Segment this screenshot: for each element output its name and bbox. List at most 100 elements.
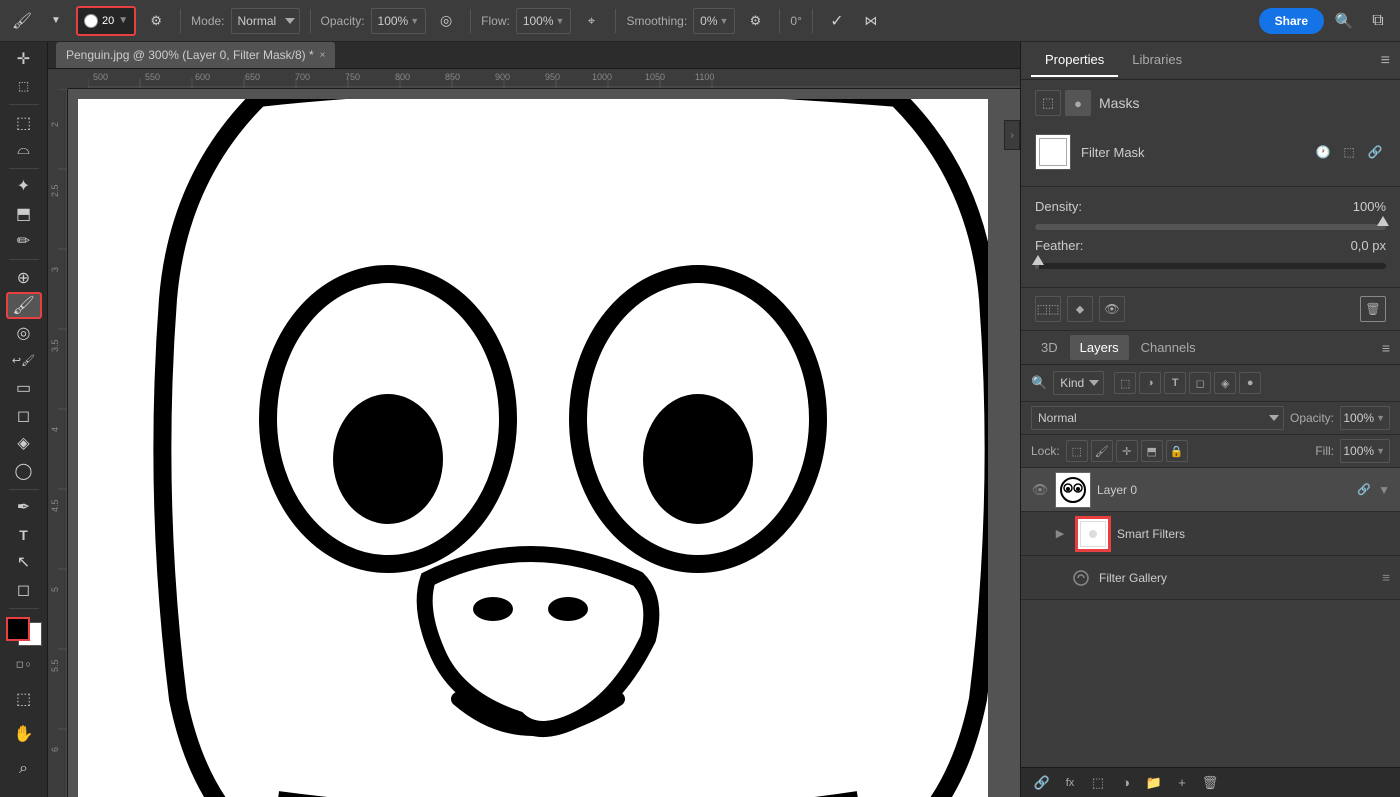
fill-value-box[interactable]: 100% ▼ [1340, 439, 1390, 463]
channels-tab[interactable]: Channels [1131, 335, 1206, 360]
eyedropper-tool[interactable]: ✏ [6, 229, 42, 255]
lock-all-btn[interactable]: 🔒 [1166, 440, 1188, 462]
link-layers-btn[interactable]: 🔗 [1031, 772, 1053, 794]
crop-tool[interactable]: ⬒ [6, 201, 42, 227]
shape-tool[interactable]: ◻ [6, 577, 42, 603]
clone-tool[interactable]: ◎ [6, 321, 42, 347]
flow-box[interactable]: 100% ▼ [516, 8, 572, 34]
zoom-tool[interactable]: ⌕ [6, 753, 42, 785]
density-slider[interactable] [1035, 224, 1386, 230]
opacity-box[interactable]: 100% ▼ [371, 8, 427, 34]
blend-mode-select[interactable]: Normal [1031, 406, 1284, 430]
brush-size-box[interactable]: 20 ▼ [76, 6, 136, 36]
filter-mask-clock-icon[interactable]: 🕐 [1312, 141, 1334, 163]
color-swatches[interactable] [6, 617, 42, 646]
layers-tab[interactable]: Layers [1070, 335, 1129, 360]
dodge-tool[interactable]: ◯ [6, 458, 42, 484]
share-button[interactable]: Share [1259, 8, 1324, 34]
feather-thumb[interactable] [1032, 255, 1044, 265]
mask-delete-btn[interactable]: 🗑 [1360, 296, 1386, 322]
screen-mode-btn[interactable]: ⬚ [6, 683, 42, 715]
lock-paint-btn[interactable]: 🖌 [1091, 440, 1113, 462]
delete-layer-btn[interactable]: 🗑 [1199, 772, 1221, 794]
3d-tab[interactable]: 3D [1031, 335, 1068, 360]
type-tool[interactable]: T [6, 522, 42, 548]
smart-filters-visibility[interactable]: ▶ [1051, 525, 1069, 543]
filter-pixel-btn[interactable]: ⬚ [1114, 372, 1136, 394]
filter-shape-btn[interactable]: ◻ [1189, 372, 1211, 394]
filter-smart-btn[interactable]: ◈ [1214, 372, 1236, 394]
sublayer-filter-gallery[interactable]: Filter Gallery ≡ [1021, 556, 1400, 600]
artboard-tool[interactable]: ⬚ [6, 74, 42, 100]
layer-item-0[interactable]: 👁 [1021, 468, 1400, 512]
panel-menu-btn[interactable]: ≡ [1381, 52, 1390, 70]
tab-close-btn[interactable]: × [320, 50, 326, 61]
layers-menu-btn[interactable]: ≡ [1382, 340, 1390, 356]
search-icon[interactable]: 🔍 [1330, 7, 1358, 35]
add-mask-btn[interactable]: ⬚ [1087, 772, 1109, 794]
filter-gallery-options[interactable]: ≡ [1382, 570, 1390, 585]
add-adjustment-btn[interactable]: ◑ [1115, 772, 1137, 794]
foreground-color-swatch[interactable] [6, 617, 30, 641]
mask-visibility-btn[interactable]: 👁 [1099, 296, 1125, 322]
magic-wand-tool[interactable]: ✦ [6, 174, 42, 200]
airbrush-icon[interactable]: ◎ [432, 7, 460, 35]
brush-size-value: 20 [102, 15, 114, 27]
layer-0-info: Layer 0 [1097, 483, 1350, 497]
brush-options-arrow[interactable]: ▼ [42, 7, 70, 35]
symmetry-icon[interactable]: ⋈ [857, 7, 885, 35]
feather-track [1035, 263, 1386, 269]
move-tool[interactable]: ✛ [6, 46, 42, 72]
path-select-tool[interactable]: ↖ [6, 550, 42, 576]
add-layer-btn[interactable]: + [1171, 772, 1193, 794]
libraries-tab[interactable]: Libraries [1118, 44, 1196, 77]
add-group-btn[interactable]: 📁 [1143, 772, 1165, 794]
pen-tool[interactable]: ✒ [6, 495, 42, 521]
angle-icon[interactable]: ⌖ [577, 7, 605, 35]
lasso-tool[interactable]: ⌓ [6, 137, 42, 163]
marquee-tool[interactable]: ⬚ [6, 110, 42, 136]
canvas-container[interactable] [68, 89, 1020, 797]
brush-settings-icon[interactable]: ⚙ [142, 7, 170, 35]
properties-tab[interactable]: Properties [1031, 44, 1118, 77]
mode-select[interactable]: Normal Multiply Screen [231, 8, 300, 34]
feather-slider[interactable] [1035, 263, 1386, 269]
filter-mask-copy-icon[interactable]: ⬚ [1338, 141, 1360, 163]
layer-0-visibility[interactable]: 👁 [1031, 481, 1049, 499]
smoothing-options-icon[interactable]: ⚙ [741, 7, 769, 35]
arrange-icon[interactable]: ⧉ [1364, 7, 1392, 35]
document-tab[interactable]: Penguin.jpg @ 300% (Layer 0, Filter Mask… [56, 42, 335, 68]
layer-0-expand[interactable]: ▼ [1378, 483, 1390, 497]
blur-tool[interactable]: ◈ [6, 431, 42, 457]
add-style-btn[interactable]: fx [1059, 772, 1081, 794]
history-brush-tool[interactable]: ↩🖌 [6, 348, 42, 374]
lock-artboard-btn[interactable]: ⬒ [1141, 440, 1163, 462]
density-thumb[interactable] [1377, 216, 1389, 226]
brush-tool-icon[interactable]: 🖌 [8, 7, 36, 35]
filter-mask-link-icon[interactable]: 🔗 [1364, 141, 1386, 163]
lock-pixels-btn[interactable]: ⬚ [1066, 440, 1088, 462]
sublayer-smart-filters[interactable]: ▶ Smart Filters [1021, 512, 1400, 556]
eraser-tool[interactable]: ▭ [6, 376, 42, 402]
filter-adjust-btn[interactable]: ◑ [1139, 372, 1161, 394]
hand-tool[interactable]: ✋ [6, 718, 42, 750]
filter-type-btn[interactable]: T [1164, 372, 1186, 394]
check-icon[interactable]: ✓ [823, 7, 851, 35]
panel-collapse-btn[interactable]: › [1004, 120, 1020, 150]
pixel-mask-btn[interactable]: ⬚ [1035, 90, 1061, 116]
svg-text:1050: 1050 [645, 72, 665, 82]
smoothing-box[interactable]: 0% ▼ [693, 8, 735, 34]
mask-selection-btn[interactable]: ⬚⬚ [1035, 296, 1061, 322]
lock-move-btn[interactable]: ✛ [1116, 440, 1138, 462]
brush-tool[interactable]: 🖌 [6, 292, 42, 318]
opacity-value-box[interactable]: 100% ▼ [1340, 406, 1390, 430]
vector-mask-btn[interactable]: ● [1065, 90, 1091, 116]
mask-invert-btn[interactable]: ⬥ [1067, 296, 1093, 322]
filter-dot-btn[interactable]: ● [1239, 372, 1261, 394]
heal-tool[interactable]: ⊕ [6, 265, 42, 291]
quick-mask-tool[interactable]: ◻○ [6, 648, 42, 680]
filter-kind-select[interactable]: Kind [1053, 371, 1104, 395]
brush-size-arrow: ▼ [118, 15, 128, 26]
gradient-tool[interactable]: ◻ [6, 403, 42, 429]
filter-mask-row: Filter Mask 🕐 ⬚ 🔗 [1035, 128, 1386, 176]
